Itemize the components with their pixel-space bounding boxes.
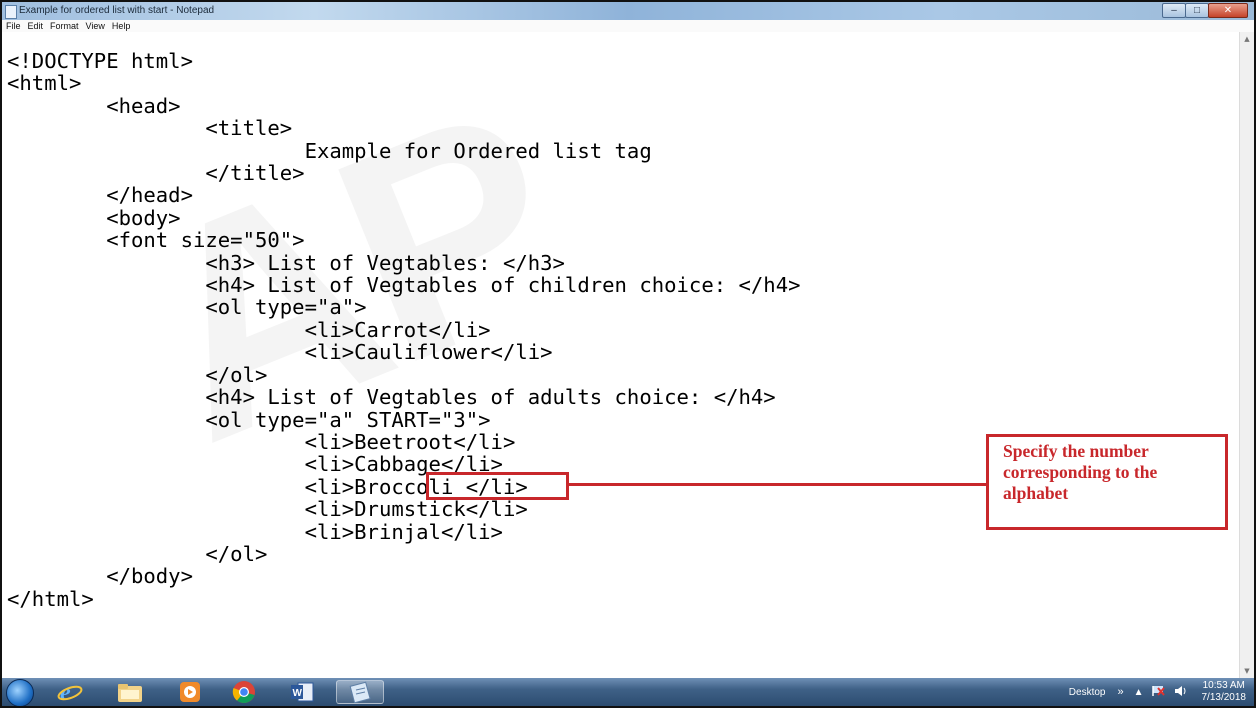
text-editor[interactable]: AP <!DOCTYPE html> <html> <head> <title>… xyxy=(2,32,1240,678)
start-attribute-highlight xyxy=(426,472,569,500)
editor-content[interactable]: <!DOCTYPE html> <html> <head> <title> Ex… xyxy=(7,50,801,610)
chrome-icon[interactable] xyxy=(220,680,268,704)
menu-help[interactable]: Help xyxy=(112,21,131,31)
code-line: <ol type="a" START="3"> xyxy=(7,407,491,432)
menu-view[interactable]: View xyxy=(86,21,105,31)
menu-bar: File Edit Format View Help xyxy=(2,20,1254,32)
system-tray: Desktop » ▲ 10:53 AM 7/13/2018 xyxy=(1069,678,1246,706)
notepad-app-icon xyxy=(5,5,17,19)
annotation-callout: Specify the number corresponding to the … xyxy=(986,434,1228,530)
clock[interactable]: 10:53 AM 7/13/2018 xyxy=(1202,680,1247,704)
code-line: </title> xyxy=(7,161,305,186)
clock-date: 7/13/2018 xyxy=(1201,692,1247,703)
close-button[interactable]: ✕ xyxy=(1208,3,1248,18)
file-explorer-icon[interactable] xyxy=(106,680,154,704)
code-line: <h4> List of Vegtables of children choic… xyxy=(7,273,801,298)
speaker-icon[interactable] xyxy=(1174,685,1188,700)
minimize-button[interactable]: – xyxy=(1162,3,1186,18)
title-bar[interactable]: Example for ordered list with start - No… xyxy=(2,2,1254,20)
code-line: <li>Carrot</li> xyxy=(7,317,491,342)
desktop-toolbar-label[interactable]: Desktop xyxy=(1069,687,1106,698)
code-line: <h3> List of Vegtables: </h3> xyxy=(7,250,565,275)
windows-start-icon[interactable] xyxy=(6,679,34,706)
menu-file[interactable]: File xyxy=(6,21,21,31)
scroll-down-icon[interactable]: ▼ xyxy=(1240,664,1254,678)
code-line: </head> xyxy=(7,183,193,208)
code-line: Example for Ordered list tag xyxy=(7,138,652,163)
notepad-taskbar-button[interactable] xyxy=(336,680,384,704)
maximize-button[interactable]: □ xyxy=(1185,3,1209,18)
chevron-icon[interactable]: » xyxy=(1117,686,1123,698)
menu-edit[interactable]: Edit xyxy=(28,21,44,31)
code-line: <h4> List of Vegtables of adults choice:… xyxy=(7,385,776,410)
code-line: <li>Drumstick</li> xyxy=(7,497,528,522)
code-line: </body> xyxy=(7,564,193,589)
code-line: <li>Brinjal</li> xyxy=(7,519,503,544)
code-line: <ol type="a"> xyxy=(7,295,367,320)
callout-connector-line xyxy=(569,483,986,486)
action-center-flag-icon[interactable] xyxy=(1151,685,1166,700)
taskbar: e W Desktop » ▲ 10:53 AM 7/13/2018 xyxy=(2,678,1254,706)
code-line: <!DOCTYPE html> xyxy=(7,49,193,73)
show-hidden-icons-icon[interactable]: ▲ xyxy=(1134,687,1144,698)
code-line: <head> xyxy=(7,93,181,118)
window-title: Example for ordered list with start - No… xyxy=(19,5,215,16)
notepad-window: Example for ordered list with start - No… xyxy=(0,0,1256,708)
code-line: <html> xyxy=(7,71,82,96)
code-line: </ol> xyxy=(7,362,268,387)
internet-explorer-icon[interactable]: e xyxy=(46,680,94,704)
svg-text:W: W xyxy=(293,688,303,699)
code-line: </ol> xyxy=(7,541,268,566)
word-icon[interactable]: W xyxy=(278,680,326,704)
code-line: <body> xyxy=(7,205,181,230)
media-player-icon[interactable] xyxy=(166,680,214,704)
code-line: <title> xyxy=(7,116,293,141)
clock-time: 10:53 AM xyxy=(1202,680,1245,691)
window-controls: – □ ✕ xyxy=(1162,3,1248,18)
menu-format[interactable]: Format xyxy=(50,21,79,31)
code-line: <li>Beetroot</li> xyxy=(7,429,516,454)
vertical-scrollbar[interactable]: ▲ ▼ xyxy=(1239,32,1254,678)
code-line: <li>Cauliflower</li> xyxy=(7,340,553,365)
code-line: </html> xyxy=(7,586,94,611)
scroll-up-icon[interactable]: ▲ xyxy=(1240,32,1254,46)
code-line: <font size="50"> xyxy=(7,228,305,253)
